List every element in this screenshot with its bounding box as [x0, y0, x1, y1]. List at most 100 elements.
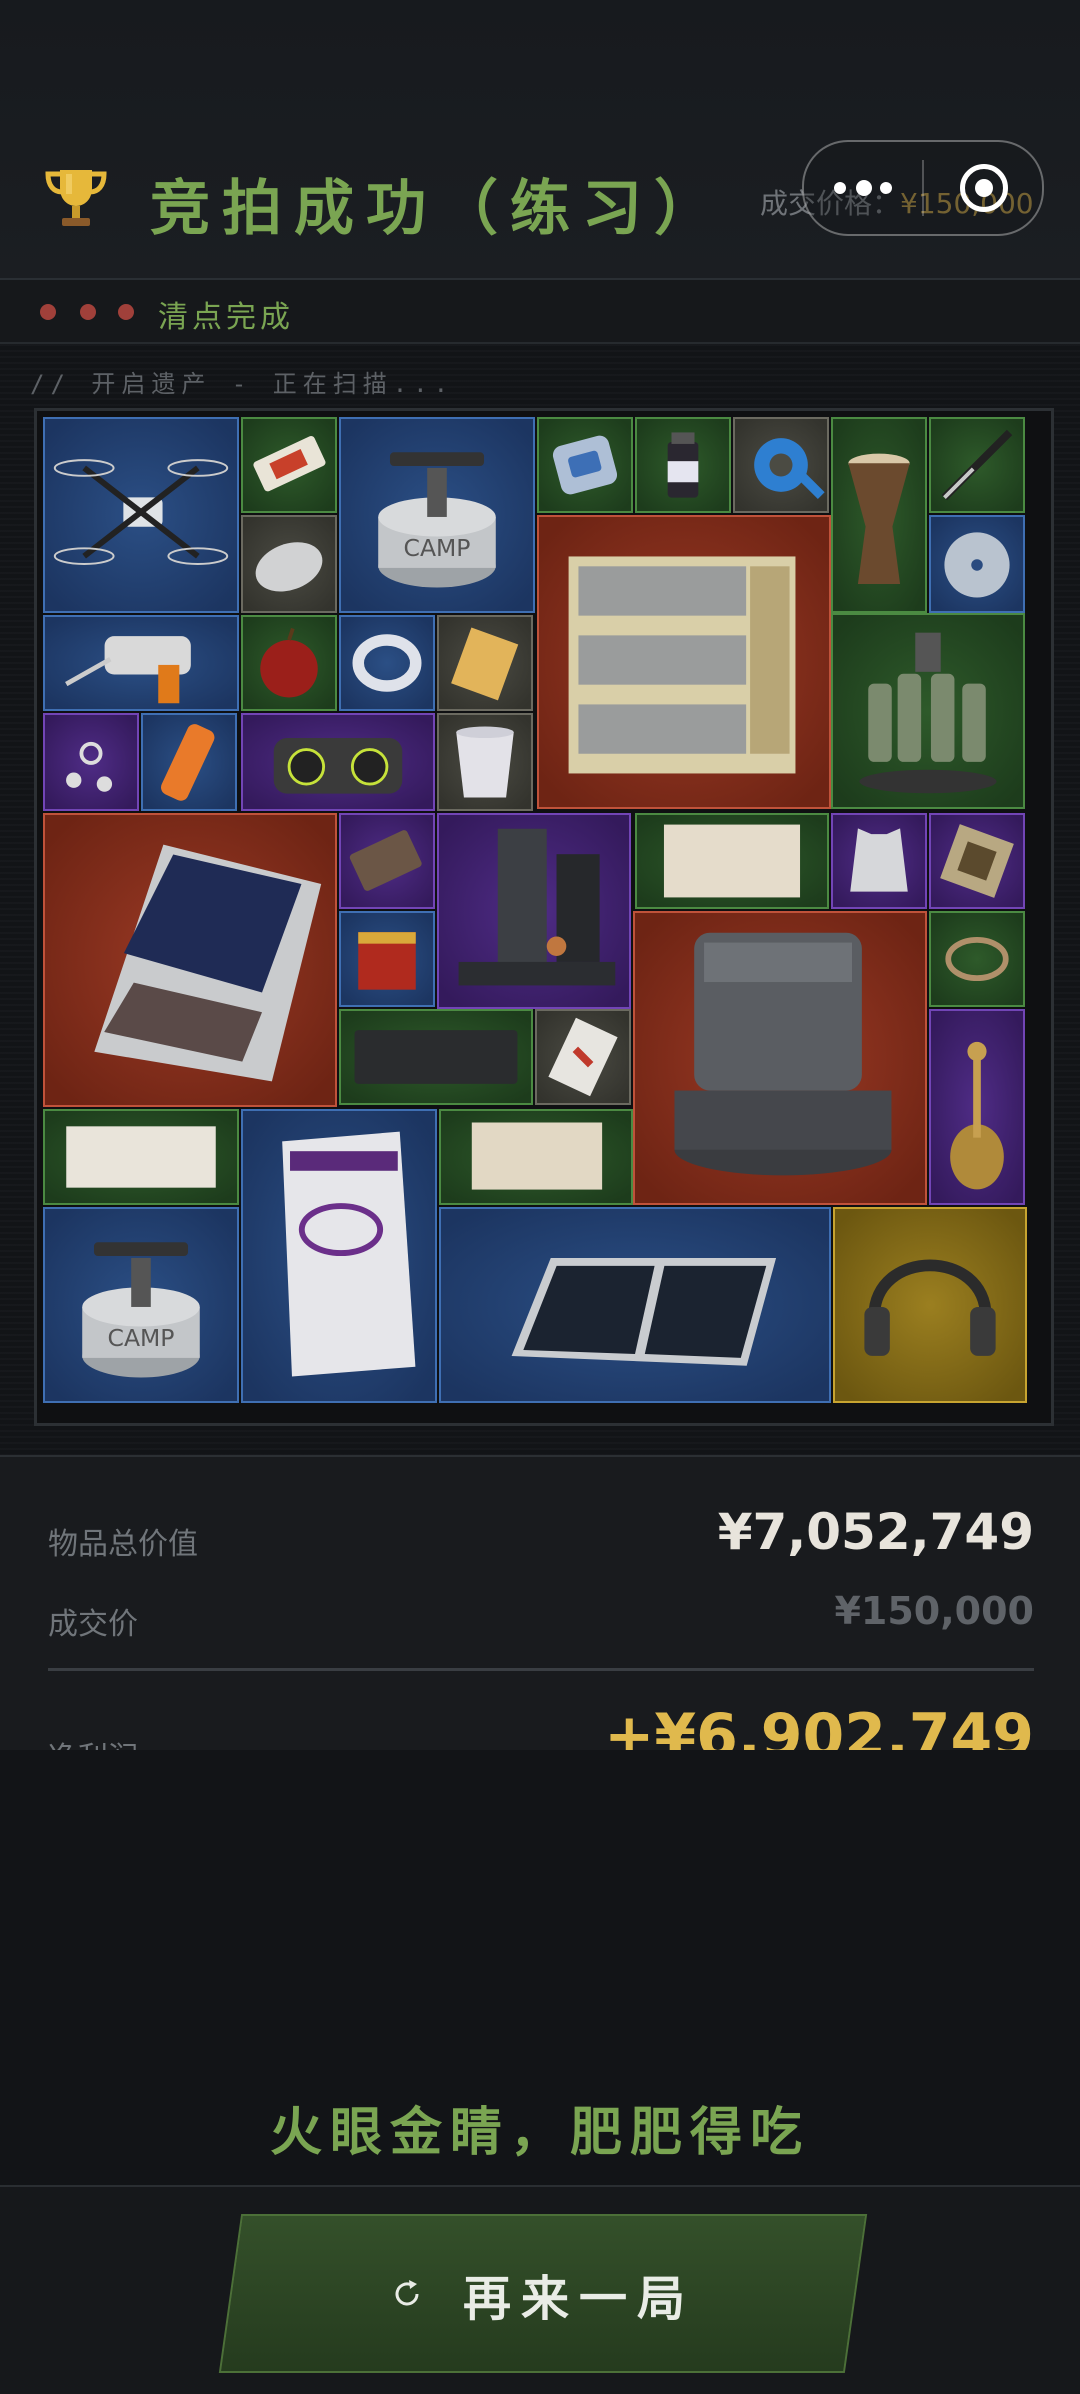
circuit-board-icon — [940, 824, 1014, 898]
snack-bag-icon — [451, 627, 519, 701]
item-snack-bag[interactable] — [437, 615, 533, 711]
play-again-button[interactable]: 再来一局 — [218, 2214, 868, 2373]
item-old-document[interactable] — [635, 813, 829, 909]
slogan: 火眼金睛，肥肥得吃 — [269, 2103, 810, 2163]
item-dvd-disc[interactable] — [929, 515, 1025, 613]
keyboard-icon — [354, 1030, 518, 1084]
item-hookah[interactable] — [929, 1009, 1025, 1205]
total-value-label: 物品总价值 — [48, 1527, 198, 1562]
item-chips-can[interactable] — [141, 713, 237, 811]
item-battery-pack[interactable] — [537, 515, 831, 809]
item-speaker[interactable] — [241, 713, 435, 811]
cement-bag-icon — [282, 1131, 416, 1377]
item-drone[interactable] — [43, 417, 239, 613]
item-spice-rack[interactable] — [831, 613, 1025, 809]
spice-rack-icon — [859, 632, 997, 794]
status-text: 清点完成 — [158, 300, 294, 335]
item-computer-mouse[interactable] — [241, 515, 337, 613]
tape-roll-icon — [754, 438, 825, 500]
item-apple[interactable] — [241, 615, 337, 711]
item-solar-panel[interactable] — [439, 1207, 831, 1403]
svg-text:CAMP: CAMP — [108, 1324, 175, 1352]
bandage-case-icon — [552, 435, 618, 495]
smart-band-icon — [352, 634, 422, 692]
djembe-drum-icon — [848, 453, 910, 584]
yogurt-cup-icon — [456, 726, 514, 798]
deal-price-label-2: 成交价 — [48, 1607, 138, 1642]
page-title: 竞拍成功（练习） — [150, 174, 726, 244]
item-smart-band[interactable] — [339, 615, 435, 711]
item-camp-stove[interactable]: CAMP — [339, 417, 535, 613]
keychain-icon — [66, 741, 113, 792]
speaker-icon — [273, 738, 403, 794]
trophy-icon — [45, 170, 107, 226]
receipt-icon — [66, 1126, 216, 1188]
item-old-note[interactable] — [439, 1109, 633, 1205]
item-bandage-case[interactable] — [537, 417, 633, 513]
cassette-icon — [349, 830, 422, 891]
playing-card-icon — [548, 1017, 618, 1097]
item-coffee-machine[interactable] — [437, 813, 631, 1009]
old-note-icon — [471, 1122, 603, 1190]
hookah-icon — [950, 1041, 1004, 1190]
coffee-machine-icon — [458, 828, 616, 986]
item-tea-tin[interactable] — [339, 911, 435, 1007]
item-keychain[interactable] — [43, 713, 139, 811]
item-camp-stove-2[interactable]: CAMP — [43, 1207, 239, 1403]
item-keyboard[interactable] — [339, 1009, 533, 1105]
medicine-bottle-icon — [667, 432, 699, 498]
item-server-board[interactable] — [43, 813, 337, 1107]
item-cement-bag[interactable] — [241, 1109, 437, 1403]
vest-icon — [850, 828, 908, 892]
apple-icon — [260, 627, 318, 698]
battery-pack-icon — [568, 556, 796, 774]
dvd-disc-icon — [944, 532, 1010, 598]
robot-vacuum-dock-icon — [674, 932, 892, 1176]
bottom-bar: 再来一局 — [0, 2185, 1080, 2394]
item-screwdriver[interactable] — [929, 417, 1025, 513]
svg-text:CAMP: CAMP — [404, 534, 471, 562]
item-cassette[interactable] — [339, 813, 435, 909]
total-value: ¥7,052,749 — [717, 1503, 1034, 1561]
status-dot — [118, 304, 134, 320]
screwdriver-icon — [941, 429, 1013, 501]
summary-panel: 物品总价值 ¥7,052,749 成交价 ¥150,000 净利润 +¥6,90… — [0, 1455, 1080, 1752]
status-dot — [40, 304, 56, 320]
old-document-icon — [663, 824, 801, 898]
profit-value: +¥6,902,749 — [604, 1701, 1034, 1751]
tea-tin-icon — [358, 932, 416, 990]
item-tape-roll[interactable] — [733, 417, 829, 513]
item-playing-card[interactable] — [535, 1009, 631, 1105]
camp-stove-icon: CAMP — [82, 1242, 200, 1378]
miniapp-capsule — [802, 140, 1044, 236]
item-power-drill[interactable] — [43, 615, 239, 711]
item-yogurt-cup[interactable] — [437, 713, 533, 811]
item-headset[interactable] — [833, 1207, 1027, 1403]
profit-label: 净利润 — [48, 1733, 138, 1751]
play-again-label: 再来一局 — [462, 2270, 695, 2327]
status-dot — [80, 304, 96, 320]
item-candy-bar[interactable] — [241, 417, 337, 513]
close-miniapp-icon[interactable] — [960, 164, 1008, 212]
item-grid: CAMP CAMP — [34, 408, 1054, 1426]
headset-icon — [864, 1259, 996, 1356]
hose-icon — [945, 936, 1009, 982]
more-icon[interactable] — [834, 170, 894, 206]
item-hose[interactable] — [929, 911, 1025, 1007]
power-drill-icon — [65, 636, 191, 704]
status-bar: 清点完成 — [0, 280, 1080, 344]
divider — [48, 1668, 1034, 1671]
solar-panel-icon — [511, 1257, 777, 1366]
server-board-icon — [94, 844, 322, 1082]
scan-text: // 开启遗产 - 正在扫描... — [30, 370, 455, 398]
item-djembe-drum[interactable] — [831, 417, 927, 613]
header: 竞拍成功（练习） 成交价格：¥150,000 — [0, 0, 1080, 280]
camp-stove-icon: CAMP — [378, 452, 496, 588]
item-vest[interactable] — [831, 813, 927, 909]
item-circuit-board[interactable] — [929, 813, 1025, 909]
item-robot-vacuum-dock[interactable] — [633, 911, 927, 1205]
drone-icon — [53, 459, 229, 565]
item-medicine-bottle[interactable] — [635, 417, 731, 513]
item-receipt[interactable] — [43, 1109, 239, 1205]
computer-mouse-icon — [255, 542, 323, 592]
